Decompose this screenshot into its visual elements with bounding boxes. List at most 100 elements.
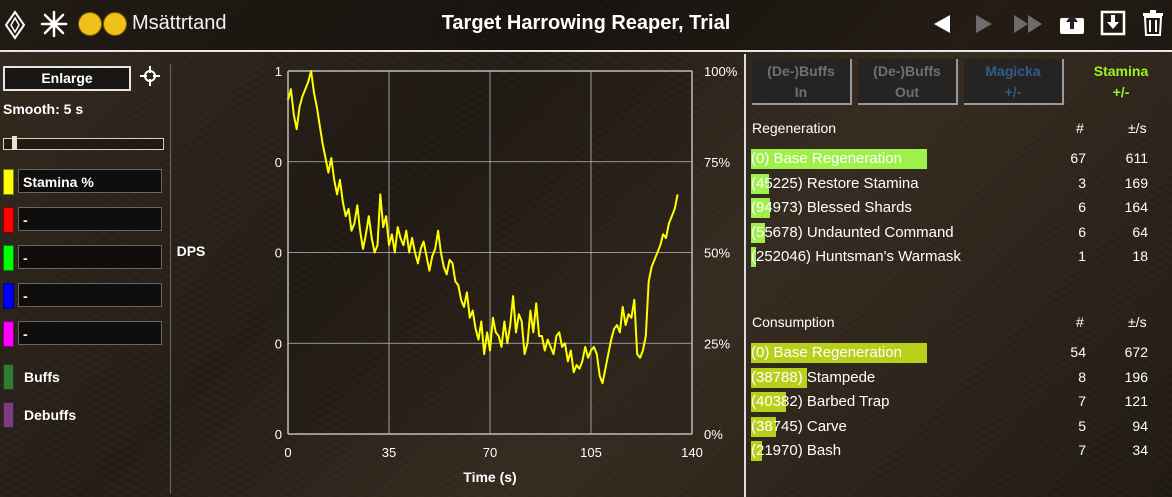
row-rate: 672 <box>1124 344 1148 360</box>
row-rate: 64 <box>1132 223 1148 240</box>
y-axis-label: DPS <box>177 243 206 259</box>
back-arrow-icon[interactable] <box>930 12 954 36</box>
table-row[interactable]: (94973) Blessed Shards 6 164 <box>751 197 1171 219</box>
tab-label: (De-)Buffs <box>767 63 835 79</box>
series-selector[interactable]: Stamina % <box>18 169 162 193</box>
regeneration-header: Regeneration <box>752 120 837 136</box>
row-ability-name: (0) Base Regeneration <box>751 344 902 361</box>
table-row[interactable]: (38745) Carve 5 94 <box>751 416 1171 438</box>
table-row[interactable]: (0) Base Regeneration 67 611 <box>751 148 1171 170</box>
row-rate: 611 <box>1125 150 1148 166</box>
tab-sublabel: In <box>794 84 808 100</box>
crosshair-icon[interactable] <box>140 66 160 86</box>
debuffs-toggle-swatch[interactable] <box>3 402 14 428</box>
header-divider <box>0 50 1172 52</box>
series-color-swatch[interactable] <box>3 169 14 195</box>
series-color-swatch[interactable] <box>3 245 14 271</box>
row-count: 7 <box>1078 442 1086 458</box>
y-tick-label-right: 0% <box>704 427 723 442</box>
row-ability-name: (38788) Stampede <box>751 368 876 386</box>
enlarge-button[interactable]: Enlarge <box>3 66 131 91</box>
row-count: 6 <box>1078 223 1086 240</box>
row-count: 67 <box>1070 150 1086 166</box>
panel-divider <box>170 64 171 494</box>
row-count: 5 <box>1078 417 1086 434</box>
tab-label: (De-)Buffs <box>873 63 941 79</box>
row-ability-name: (94973) Blessed Shards <box>751 199 912 216</box>
tab-stamina[interactable]: Stamina +/- <box>1071 59 1171 105</box>
row-count: 54 <box>1070 344 1086 360</box>
trash-icon[interactable] <box>1141 9 1165 37</box>
series-color-swatch[interactable] <box>3 321 14 347</box>
count-header: # <box>1076 314 1084 330</box>
table-row[interactable]: (38788) Stampede 8 196 <box>751 367 1171 389</box>
row-count: 1 <box>1078 248 1086 264</box>
y-tick-label-left: 0 <box>275 427 282 442</box>
y-tick-label-left: 0 <box>275 155 282 170</box>
series-color-swatch[interactable] <box>3 283 14 309</box>
tab-sublabel: +/- <box>1004 84 1022 100</box>
y-tick-label-left: 0 <box>275 246 282 261</box>
table-row[interactable]: (55678) Undaunted Command 6 64 <box>751 222 1171 244</box>
smooth-slider[interactable] <box>3 138 164 150</box>
series-color-swatch[interactable] <box>3 207 14 233</box>
row-count: 7 <box>1078 393 1086 409</box>
buffs-label[interactable]: Buffs <box>24 369 60 385</box>
x-tick-label: 35 <box>382 445 396 460</box>
y-tick-label-right: 25% <box>704 336 730 351</box>
row-rate: 94 <box>1132 417 1148 434</box>
row-rate: 169 <box>1124 174 1148 191</box>
buffs-toggle-swatch[interactable] <box>3 364 14 390</box>
tab-debuffs-out[interactable]: (De-)Buffs Out <box>858 59 958 105</box>
smooth-label: Smooth: 5 s <box>3 101 84 117</box>
right-panel-divider <box>744 54 746 497</box>
x-tick-label: 70 <box>483 445 497 460</box>
table-row[interactable]: (45225) Restore Stamina 3 169 <box>751 173 1171 195</box>
fight-title: Target Harrowing Reaper, Trial <box>441 12 731 34</box>
download-icon[interactable] <box>1100 10 1126 36</box>
row-rate: 121 <box>1124 393 1148 409</box>
tab-label: Stamina <box>1093 63 1149 79</box>
row-rate: 164 <box>1124 199 1148 215</box>
tab-magicka[interactable]: Magicka +/- <box>964 59 1064 105</box>
smooth-slider-thumb[interactable] <box>12 136 17 150</box>
fast-forward-icon[interactable] <box>1012 12 1046 36</box>
x-tick-label: 105 <box>580 445 602 460</box>
rate-header: ±/s <box>1128 120 1147 136</box>
series-selector[interactable]: - <box>18 207 162 231</box>
x-axis-label: Time (s) <box>463 469 516 485</box>
row-ability-name: (45225) Restore Stamina <box>751 174 919 192</box>
consumption-header: Consumption <box>752 314 835 330</box>
play-icon[interactable] <box>972 12 996 36</box>
y-tick-label-right: 50% <box>704 246 730 261</box>
y-tick-label-left: 0 <box>275 336 282 351</box>
row-rate: 34 <box>1132 442 1148 458</box>
table-row[interactable]: (21970) Bash 7 34 <box>751 440 1171 462</box>
row-count: 6 <box>1078 199 1086 215</box>
row-count: 3 <box>1078 174 1086 191</box>
y-tick-label-right: 75% <box>704 155 730 170</box>
tab-label: Magicka <box>985 63 1041 79</box>
x-tick-label: 0 <box>284 445 291 460</box>
table-row[interactable]: (252046) Huntsman's Warmask 1 18 <box>751 246 1171 268</box>
table-row[interactable]: (0) Base Regeneration 54 672 <box>751 342 1171 364</box>
count-header: # <box>1076 120 1084 136</box>
y-tick-label-right: 100% <box>704 64 738 79</box>
series-selector[interactable]: - <box>18 321 162 345</box>
y-tick-label-left: 1 <box>275 64 282 79</box>
rate-header: ±/s <box>1128 314 1147 330</box>
tab-debuffs-in[interactable]: (De-)Buffs In <box>752 59 852 105</box>
upload-icon[interactable] <box>1058 10 1086 36</box>
row-ability-name: (252046) Huntsman's Warmask <box>751 248 961 265</box>
tab-sublabel: Out <box>894 84 920 100</box>
debuffs-label[interactable]: Debuffs <box>24 407 76 423</box>
series-selector[interactable]: - <box>18 283 162 307</box>
row-ability-name: (21970) Bash <box>751 442 842 459</box>
row-count: 8 <box>1078 368 1086 385</box>
stamina-chart: 0 35 70 105 14010000100%75%50%25%0%Time (s)D… <box>177 64 738 485</box>
tab-sublabel: +/- <box>1112 84 1130 100</box>
row-rate: 18 <box>1132 248 1148 264</box>
row-ability-name: (40382) Barbed Trap <box>751 393 890 410</box>
series-selector[interactable]: - <box>18 245 162 269</box>
table-row[interactable]: (40382) Barbed Trap 7 121 <box>751 391 1171 413</box>
